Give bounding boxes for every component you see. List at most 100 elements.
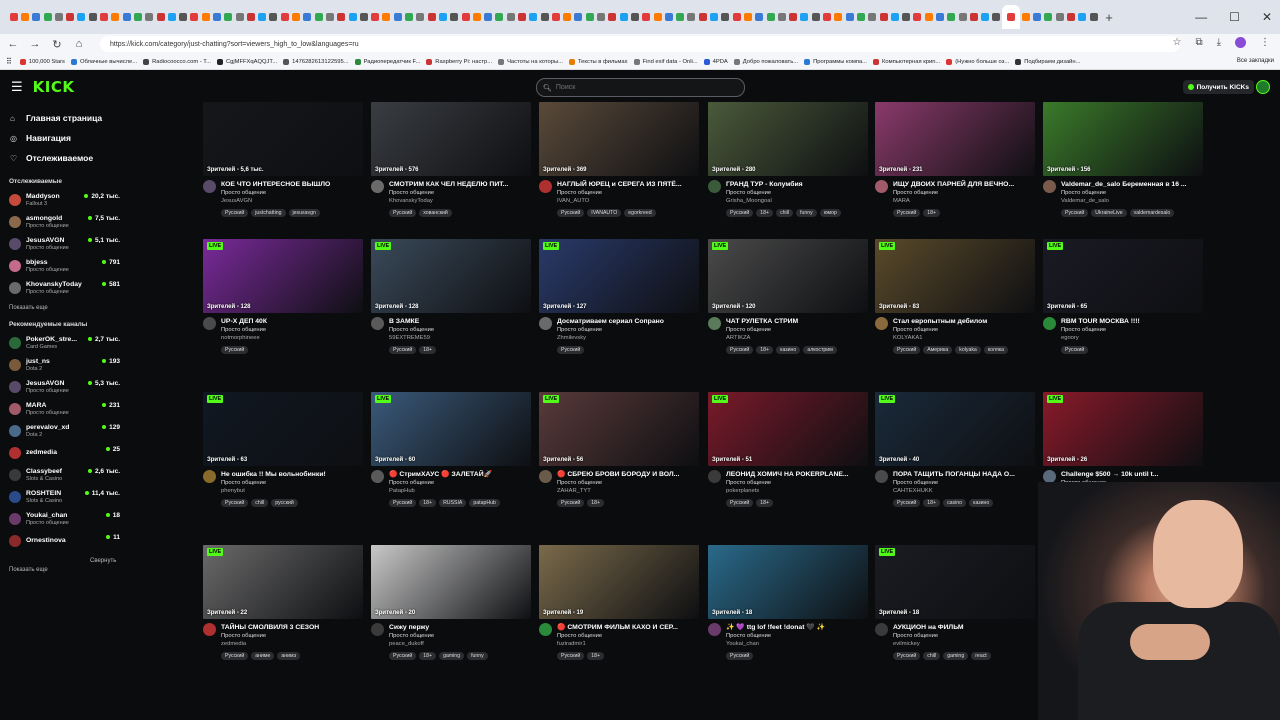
- browser-tab[interactable]: [1054, 5, 1065, 29]
- stream-tag[interactable]: 18+: [756, 346, 774, 354]
- stream-tag[interactable]: Русский: [893, 346, 921, 354]
- browser-tab[interactable]: [313, 5, 324, 29]
- stream-title[interactable]: ЛЕОНИД ХОМИЧ НА POKERPLANE...: [726, 470, 849, 479]
- browser-tab[interactable]: [663, 5, 674, 29]
- stream-card[interactable]: LIVE Зрителей - 83 Стал европытным дебилом…: [875, 239, 1035, 354]
- stream-tag[interactable]: funny: [467, 652, 488, 660]
- stream-category[interactable]: Просто общение: [389, 632, 434, 640]
- streamer-avatar[interactable]: [708, 470, 721, 483]
- stream-title[interactable]: В ЗАМКЕ: [389, 317, 434, 326]
- browser-tab[interactable]: [516, 5, 527, 29]
- browser-tab[interactable]: [641, 5, 652, 29]
- stream-thumbnail[interactable]: LIVE Зрителей - 56: [539, 392, 699, 466]
- streamer-name[interactable]: MARA: [893, 197, 1014, 205]
- bookmark-item[interactable]: CgjMFFXqAQQJT...: [216, 58, 277, 65]
- stream-title[interactable]: Стал европытным дебилом: [893, 317, 987, 326]
- stream-tag[interactable]: justchatting: [251, 209, 286, 217]
- browser-tab[interactable]: [53, 5, 64, 29]
- stream-card[interactable]: LIVE Зрителей - 128 UP-X ДЕП 40К Просто общ…: [203, 239, 363, 354]
- forward-icon[interactable]: →: [26, 38, 44, 50]
- stream-tag[interactable]: 18+: [587, 499, 605, 507]
- stream-tag[interactable]: patapHub: [469, 499, 500, 507]
- browser-tab[interactable]: [189, 5, 200, 29]
- stream-tag[interactable]: kolyaka: [955, 346, 981, 354]
- stream-tag[interactable]: анимэ: [277, 652, 301, 660]
- stream-tag[interactable]: chill: [776, 209, 793, 217]
- kick-logo[interactable]: KICK: [33, 78, 75, 96]
- streamer-name[interactable]: Grisha_Moongoal: [726, 197, 803, 205]
- stream-card[interactable]: LIVE Зрителей - 56 🔴 СБРЕЮ БРОВИ БОРОДУ И …: [539, 392, 699, 507]
- stream-card[interactable]: LIVE Зрителей - 127 Досматриваем сериал Со…: [539, 239, 699, 354]
- stream-title[interactable]: Досматриваем сериал Сопрано: [557, 317, 664, 326]
- browser-tab[interactable]: [324, 5, 335, 29]
- browser-tab[interactable]: [573, 5, 584, 29]
- streamer-name[interactable]: JesusAVGN: [221, 197, 330, 205]
- stream-category[interactable]: Просто общение: [221, 632, 319, 640]
- stream-card[interactable]: Зрителей - 18 ✨ 💜 ttg lof !feet !donat 🖤 …: [708, 545, 868, 660]
- stream-card[interactable]: LIVE Зрителей - 51 ЛЕОНИД ХОМИЧ НА POKERPL…: [708, 392, 868, 507]
- stream-card[interactable]: LIVE Зрителей - 60 🔴 СтримХАУС 🔴 ЗАЛЕТАЙ🚀 П…: [371, 392, 531, 507]
- browser-tab[interactable]: [437, 5, 448, 29]
- browser-tab[interactable]: [155, 5, 166, 29]
- streamer-avatar[interactable]: [539, 470, 552, 483]
- streamer-avatar[interactable]: [1043, 180, 1056, 193]
- user-avatar[interactable]: [1256, 80, 1270, 94]
- hamburger-menu-icon[interactable]: ☰: [11, 79, 23, 95]
- stream-thumbnail[interactable]: LIVE Зрителей - 40: [875, 392, 1035, 466]
- stream-category[interactable]: Просто общение: [221, 326, 267, 334]
- stream-tag[interactable]: 18+: [419, 499, 437, 507]
- stream-tag[interactable]: Русский: [893, 499, 921, 507]
- menu-dots-icon[interactable]: ⋮: [1260, 37, 1270, 48]
- stream-tag[interactable]: casino: [943, 499, 967, 507]
- browser-tab[interactable]: [1065, 5, 1076, 29]
- show-more-following[interactable]: Показать еще: [0, 305, 190, 311]
- browser-tab[interactable]: [144, 5, 155, 29]
- browser-tab[interactable]: [912, 5, 923, 29]
- browser-tab[interactable]: [584, 5, 595, 29]
- browser-tab[interactable]: [19, 5, 30, 29]
- stream-tag[interactable]: русский: [271, 499, 298, 507]
- extensions-icon[interactable]: ⧉: [1195, 37, 1202, 48]
- browser-tab[interactable]: [87, 5, 98, 29]
- collapse-recommended[interactable]: Свернуть: [90, 558, 116, 564]
- stream-tag[interactable]: Русский: [726, 652, 754, 660]
- browser-tab[interactable]: [449, 5, 460, 29]
- nav-home[interactable]: ⌂ Главная страница: [0, 108, 190, 128]
- browser-tab[interactable]: [675, 5, 686, 29]
- browser-tab[interactable]: [347, 5, 358, 29]
- apps-icon[interactable]: ⠿: [6, 57, 12, 66]
- stream-thumbnail[interactable]: Зрителей - 231: [875, 102, 1035, 176]
- browser-tab[interactable]: [1043, 5, 1054, 29]
- browser-tab[interactable]: [8, 5, 19, 29]
- stream-tag[interactable]: казино: [776, 346, 801, 354]
- browser-tab[interactable]: [821, 5, 832, 29]
- stream-category[interactable]: Просто общение: [893, 479, 1015, 487]
- stream-tag[interactable]: алкострим: [803, 346, 837, 354]
- stream-thumbnail[interactable]: LIVE Зрителей - 60: [371, 392, 531, 466]
- stream-tag[interactable]: 18+: [756, 499, 774, 507]
- stream-tag[interactable]: IVANAUTO: [587, 209, 622, 217]
- streamer-avatar[interactable]: [203, 317, 216, 330]
- bookmark-item[interactable]: Программы компа...: [804, 58, 867, 65]
- browser-tab[interactable]: [754, 5, 765, 29]
- stream-category[interactable]: Просто общение: [557, 326, 664, 334]
- stream-category[interactable]: Просто общение: [557, 479, 679, 487]
- stream-thumbnail[interactable]: Зрителей - 576: [371, 102, 531, 176]
- bookmark-item[interactable]: (Нужно больше оз...: [946, 58, 1009, 65]
- stream-tag[interactable]: Русский: [1061, 346, 1089, 354]
- browser-tab[interactable]: [234, 5, 245, 29]
- streamer-avatar[interactable]: [203, 470, 216, 483]
- streamer-name[interactable]: notmorphineee: [221, 334, 267, 342]
- browser-tab[interactable]: [900, 5, 911, 29]
- all-bookmarks[interactable]: Все закладки: [1237, 58, 1274, 64]
- url-field[interactable]: https://kick.com/category/just-chatting?…: [100, 36, 1180, 52]
- browser-tab[interactable]: [595, 5, 606, 29]
- browser-tab[interactable]: [302, 5, 313, 29]
- stream-tag[interactable]: Русский: [557, 346, 585, 354]
- browser-tab[interactable]: [528, 5, 539, 29]
- streamer-name[interactable]: pokerplanets: [726, 487, 849, 495]
- stream-thumbnail[interactable]: LIVE Зрителей - 26: [1043, 392, 1203, 466]
- browser-tab[interactable]: [833, 5, 844, 29]
- stream-title[interactable]: ТАЙНЫ СМОЛВИЛЯ 3 СЕЗОН: [221, 623, 319, 632]
- stream-card[interactable]: Зрителей - 576 СМОТРИМ КАК ЧЕЛ НЕДЕЛЮ ПИТ…: [371, 102, 531, 217]
